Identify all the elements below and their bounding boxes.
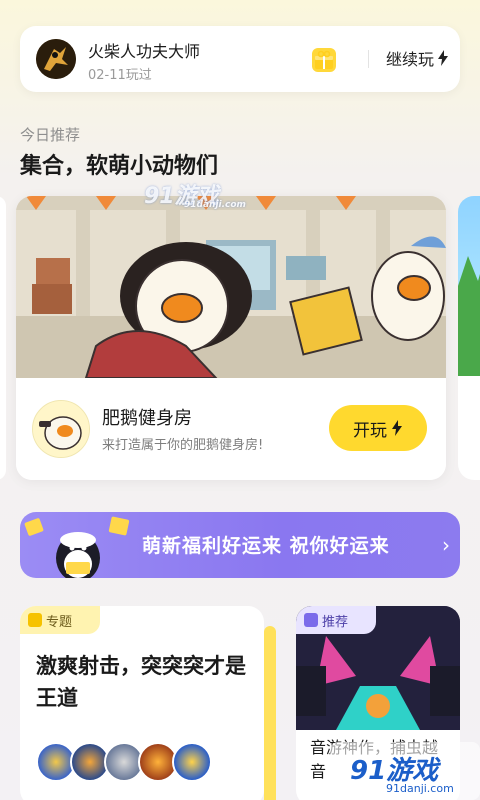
recent-game-avatar [36,39,76,79]
section-label: 今日推荐 [20,126,81,144]
topic-tag-label: 专题 [46,614,73,630]
promo-text: 萌新福利好运来 祝你好运来 [142,535,390,557]
topic-card-stack-edge [264,626,276,800]
featured-game-artwork [16,196,446,378]
recent-game-title: 火柴人功夫大师 [88,42,201,61]
play-button-label: 开玩 [353,420,387,441]
recent-game-date: 02-11玩过 [88,68,152,83]
recent-game-card[interactable]: 火柴人功夫大师 02-11玩过 继续玩 [20,26,460,92]
watermark-logo: 91游戏 91danji.com [144,184,246,210]
topic-card[interactable]: 专题 激爽射击，突突突才是王道 [20,606,264,800]
featured-game-card[interactable]: 肥鹅健身房 来打造属于你的肥鹅健身房! 开玩 [16,196,446,480]
chevron-right-icon: › [442,533,450,557]
section-title: 集合，软萌小动物们 [20,154,219,179]
topic-tag-icon [28,613,42,627]
carousel-next-card[interactable] [458,196,480,480]
topic-title: 激爽射击，突突突才是王道 [36,654,246,710]
play-button[interactable]: 开玩 [329,405,427,451]
recommend-tag-icon [304,613,318,627]
topic-tag: 专题 [20,606,100,634]
continue-play-button[interactable]: 继续玩 [386,46,449,70]
watermark-domain: 91danji.com [386,782,454,795]
game-icon [32,400,90,458]
continue-play-label: 继续玩 [386,50,435,69]
featured-game-footer: 肥鹅健身房 来打造属于你的肥鹅健身房! 开玩 [16,378,446,480]
lightning-icon [392,420,402,436]
game-thumb-icon[interactable] [172,742,212,782]
promo-banner[interactable]: 萌新福利好运来 祝你好运来 › [20,512,460,578]
recommend-tag-label: 推荐 [322,614,349,630]
game-name: 肥鹅健身房 [102,408,192,429]
divider [368,50,369,68]
topic-game-icons [36,742,212,782]
gift-icon[interactable] [312,48,336,72]
recommend-tag: 推荐 [296,606,376,634]
game-description: 来打造属于你的肥鹅健身房! [102,438,264,453]
carousel-prev-card[interactable] [0,196,6,480]
penguin-mascot-icon [24,516,130,578]
lightning-icon [438,50,449,66]
